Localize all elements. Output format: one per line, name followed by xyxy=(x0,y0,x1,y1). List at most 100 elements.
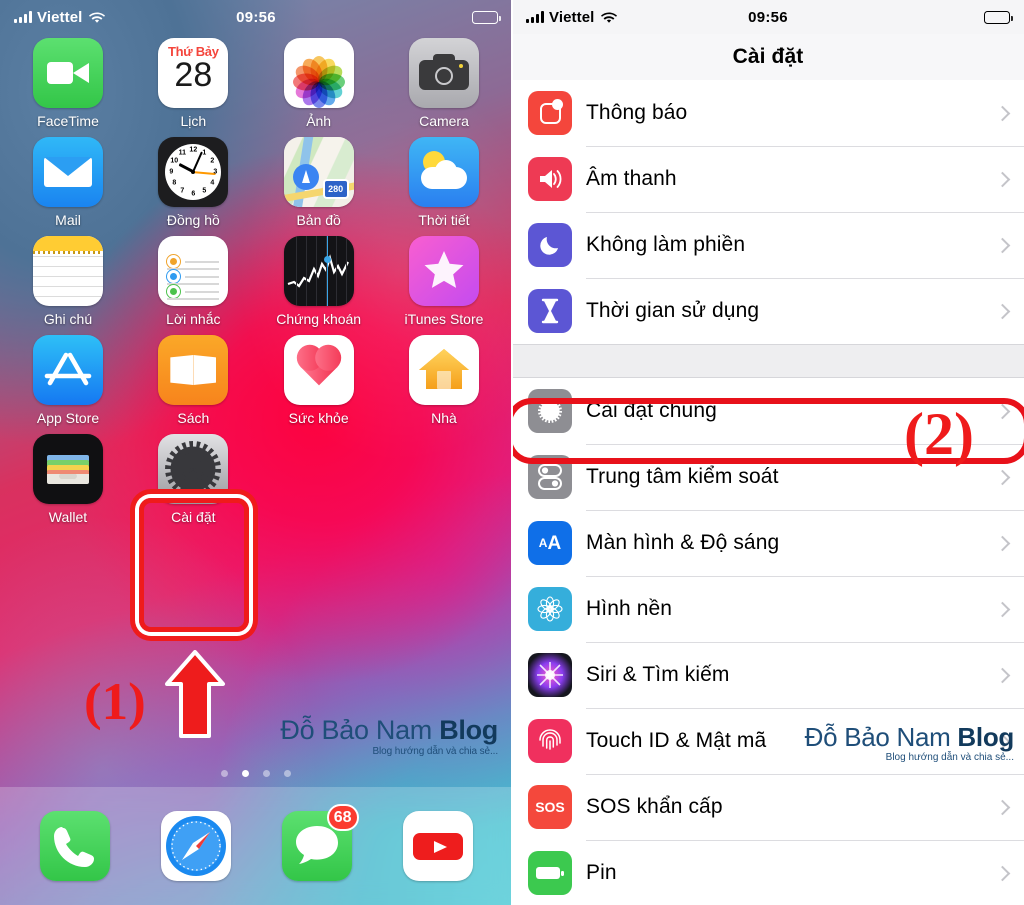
app-facetime[interactable]: FaceTime xyxy=(14,38,122,129)
app-home[interactable]: Nhà xyxy=(390,335,498,426)
row-label: Hình nền xyxy=(586,597,673,620)
app-row: Mail 1 2 3 4 5 6 7 8 9 10 11 12 Đồng hồ 280 Bản đồ xyxy=(14,137,498,228)
sidebar-item-wallpaper[interactable]: Hình nền xyxy=(512,576,1024,642)
emergency-sos-icon: SOS xyxy=(528,785,572,829)
row-label: Thông báo xyxy=(586,101,688,124)
facetime-icon xyxy=(33,38,103,108)
row-label: Siri & Tìm kiếm xyxy=(586,663,730,686)
app-notes[interactable]: Ghi chú xyxy=(14,236,122,327)
home-icon xyxy=(408,335,479,405)
calendar-day: 28 xyxy=(174,56,213,94)
app-books[interactable]: Sách xyxy=(139,335,247,426)
page-dot[interactable] xyxy=(221,770,228,777)
app-health[interactable]: Sức khỏe xyxy=(265,335,373,426)
notes-icon xyxy=(33,236,103,306)
watermark-brand: Blog xyxy=(957,722,1014,752)
app-label: Chứng khoán xyxy=(276,311,362,327)
page-dots[interactable] xyxy=(0,770,512,777)
row-label: Màn hình & Độ sáng xyxy=(586,531,780,554)
itunes-store-icon xyxy=(408,236,479,306)
dock: 68 xyxy=(0,787,512,905)
status-right xyxy=(472,10,501,24)
app-label: Ảnh xyxy=(306,113,332,129)
app-calendar[interactable]: Thứ Bảy 28 Lịch xyxy=(139,38,247,129)
panel-divider xyxy=(511,0,513,905)
sidebar-item-do-not-disturb[interactable]: Không làm phiền xyxy=(512,212,1024,278)
sidebar-item-screen-time[interactable]: Thời gian sử dụng xyxy=(512,278,1024,344)
step-1-annotation: (1) xyxy=(84,673,146,731)
settings-nav-bar: Cài đặt xyxy=(512,34,1024,80)
app-reminders[interactable]: Lời nhắc xyxy=(139,236,247,327)
messages-icon[interactable]: 68 xyxy=(281,804,359,881)
watermark: Đỗ Bảo Nam Blog Blog hướng dẫn và chia s… xyxy=(280,717,498,757)
app-stocks[interactable]: Chứng khoán xyxy=(265,236,373,327)
sidebar-item-display-brightness[interactable]: AA Màn hình & Độ sáng xyxy=(512,510,1024,576)
page-dot-active[interactable] xyxy=(242,770,249,777)
mail-icon xyxy=(33,137,103,207)
carrier-label: Viettel xyxy=(37,8,83,26)
cellular-bars-icon xyxy=(14,11,32,23)
app-maps[interactable]: 280 Bản đồ xyxy=(265,137,373,228)
app-wallet[interactable]: Wallet xyxy=(14,434,122,525)
phone-icon[interactable] xyxy=(39,811,110,881)
app-row: App Store Sách Sức khỏe Nhà xyxy=(14,335,498,426)
sidebar-item-sounds[interactable]: Âm thanh xyxy=(512,146,1024,212)
app-itunes-store[interactable]: iTunes Store xyxy=(390,236,498,327)
app-label: Wallet xyxy=(48,509,88,525)
watermark-text: Đỗ Bảo Nam xyxy=(280,715,440,745)
youtube-icon[interactable] xyxy=(402,811,473,881)
row-label: Không làm phiền xyxy=(586,233,746,256)
maps-icon: 280 xyxy=(283,137,354,207)
sidebar-item-notifications[interactable]: Thông báo xyxy=(512,80,1024,146)
app-label: iTunes Store xyxy=(404,311,484,327)
sounds-icon xyxy=(528,157,572,201)
app-camera[interactable]: Camera xyxy=(390,38,498,129)
safari-icon[interactable] xyxy=(160,811,231,881)
app-clock[interactable]: 1 2 3 4 5 6 7 8 9 10 11 12 Đồng hồ xyxy=(139,137,247,228)
app-empty-slot xyxy=(390,434,498,525)
app-label: Đồng hồ xyxy=(166,212,220,228)
app-weather[interactable]: Thời tiết xyxy=(390,137,498,228)
books-icon xyxy=(158,335,229,405)
battery-icon xyxy=(472,10,501,24)
settings-screen: Viettel 09:56 Cài đặt Thông báo Âm thanh… xyxy=(512,0,1024,905)
app-label: Thời tiết xyxy=(418,212,470,228)
page-dot[interactable] xyxy=(263,770,270,777)
row-label: Touch ID & Mật mã xyxy=(586,729,767,752)
app-row: Ghi chú Lời nhắc Chứng khoán iTunes Stor… xyxy=(14,236,498,327)
app-grid: FaceTime Thứ Bảy 28 Lịch Ảnh Camera Mail… xyxy=(0,34,512,525)
app-label: App Store xyxy=(36,410,100,426)
status-left: Viettel xyxy=(526,9,618,26)
row-label: Âm thanh xyxy=(586,167,677,190)
watermark: Đỗ Bảo Nam Blog Blog hướng dẫn và chia s… xyxy=(805,722,1015,763)
chevron-right-icon xyxy=(994,865,1011,881)
app-photos[interactable]: Ảnh xyxy=(265,38,373,129)
display-brightness-aa-icon: AA xyxy=(528,521,572,565)
sidebar-item-battery[interactable]: Pin xyxy=(512,840,1024,905)
stocks-icon xyxy=(283,236,354,306)
chevron-right-icon xyxy=(994,237,1011,253)
row-label: Pin xyxy=(586,861,617,884)
sidebar-item-emergency-sos[interactable]: SOS SOS khẩn cấp xyxy=(512,774,1024,840)
siri-icon xyxy=(528,653,572,697)
app-label: Nhà xyxy=(431,410,457,426)
app-label: Sức khỏe xyxy=(288,410,349,426)
notifications-icon xyxy=(528,91,572,135)
row-label: Trung tâm kiểm soát xyxy=(586,465,779,488)
app-store-icon xyxy=(33,335,103,405)
wallpaper-flower-icon xyxy=(528,587,572,631)
app-app-store[interactable]: App Store xyxy=(14,335,122,426)
step-2-annotation: (2) xyxy=(904,401,974,467)
battery-icon xyxy=(528,851,572,895)
screen-time-hourglass-icon xyxy=(528,289,572,333)
app-label: FaceTime xyxy=(37,113,99,129)
page-title: Cài đặt xyxy=(732,45,804,68)
app-empty-slot xyxy=(265,434,373,525)
screenshot-root: Viettel 09:56 FaceTime Thứ Bảy 28 Lịch Ả… xyxy=(0,0,1024,905)
touch-id-fingerprint-icon xyxy=(528,719,572,763)
battery-icon xyxy=(984,10,1013,24)
app-mail[interactable]: Mail xyxy=(14,137,122,228)
app-label: Lời nhắc xyxy=(166,311,221,327)
sidebar-item-siri-search[interactable]: Siri & Tìm kiếm xyxy=(512,642,1024,708)
page-dot[interactable] xyxy=(284,770,291,777)
